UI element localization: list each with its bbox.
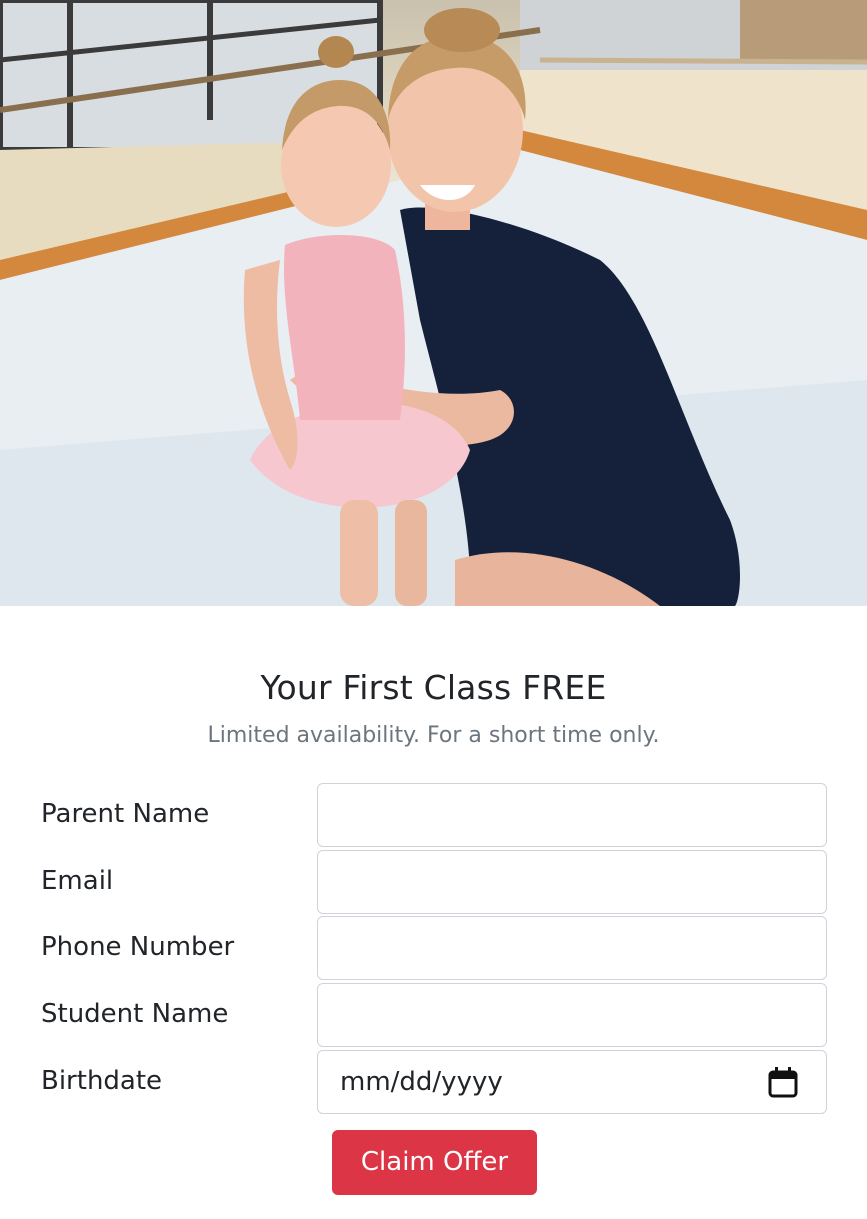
email-input[interactable]: [317, 850, 827, 914]
form-row-parent-name: Parent Name: [0, 783, 867, 847]
phone-number-label: Phone Number: [41, 932, 235, 962]
offer-title: Your First Class FREE: [260, 668, 607, 707]
parent-name-label: Parent Name: [41, 799, 210, 829]
calendar-icon[interactable]: [768, 1066, 798, 1098]
form-row-birthdate: Birthdate: [0, 1050, 867, 1114]
claim-offer-button[interactable]: Claim Offer: [332, 1130, 537, 1195]
hero-photo: [0, 0, 867, 606]
parent-name-input[interactable]: [317, 783, 827, 847]
birthdate-label: Birthdate: [41, 1066, 163, 1096]
hero-illustration: [0, 0, 867, 606]
form-row-email: Email: [0, 850, 867, 914]
email-label: Email: [41, 866, 114, 896]
student-name-input[interactable]: [317, 983, 827, 1047]
form-row-phone-number: Phone Number: [0, 916, 867, 980]
student-name-label: Student Name: [41, 999, 229, 1029]
form-row-student-name: Student Name: [0, 983, 867, 1047]
birthdate-input[interactable]: [317, 1050, 827, 1114]
offer-subtitle: Limited availability. For a short time o…: [207, 723, 660, 748]
phone-number-input[interactable]: [317, 916, 827, 980]
